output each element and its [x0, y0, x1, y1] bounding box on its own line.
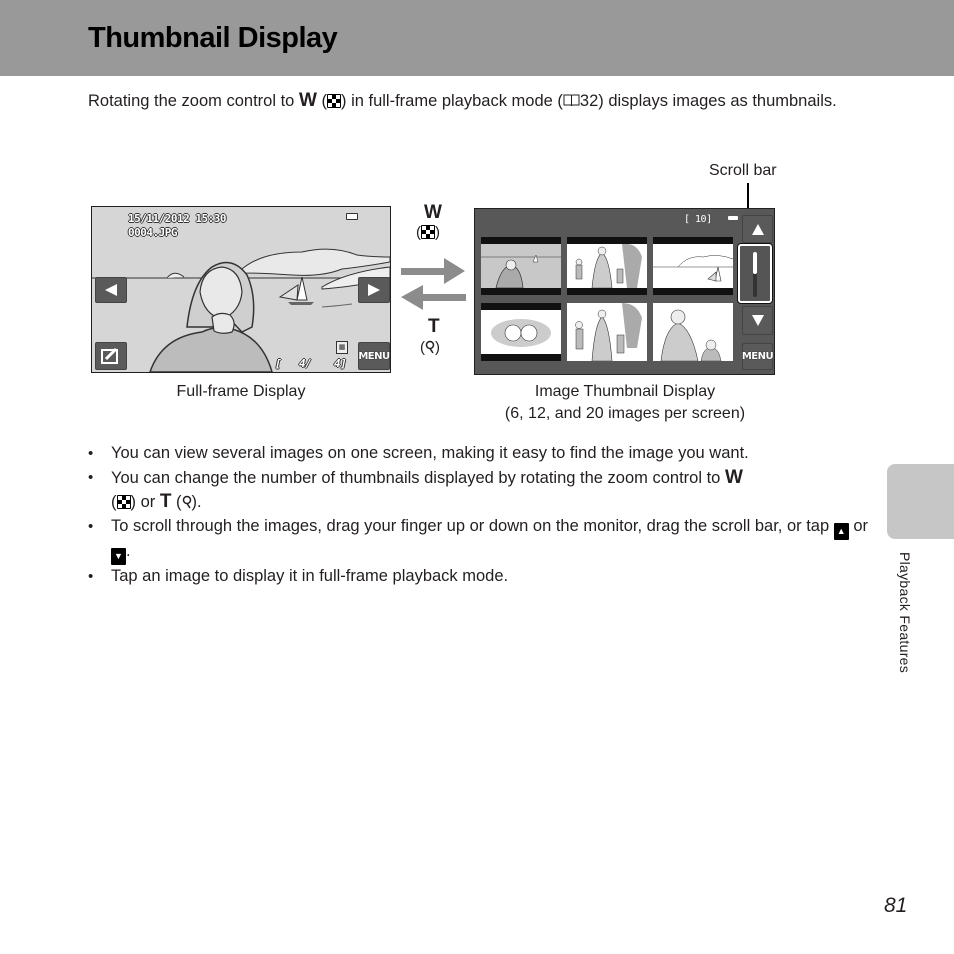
scroll-bar[interactable] — [738, 244, 772, 303]
menu-button[interactable]: MENU — [742, 343, 774, 370]
bullet-item: To scroll through the images, drag your … — [88, 515, 868, 565]
down-triangle-icon — [751, 315, 764, 326]
arrow-left-icon — [401, 285, 466, 310]
thumbnail-caption: Image Thumbnail Display (6, 12, and 20 i… — [470, 381, 780, 425]
file-name-readout: 0004.JPG — [128, 226, 177, 239]
magnify-icon — [182, 495, 191, 509]
previous-image-button[interactable] — [95, 277, 127, 303]
caption-line: (6, 12, and 20 images per screen) — [504, 405, 746, 422]
scroll-thumb[interactable] — [753, 252, 757, 274]
thumbnail-4[interactable] — [481, 303, 561, 361]
thumbnail-2-selected[interactable] — [567, 237, 647, 295]
battery-icon — [346, 213, 358, 220]
scroll-up-button[interactable] — [742, 215, 773, 243]
zoom-t-label: T — [428, 316, 440, 337]
thumbnail-image — [567, 303, 647, 361]
bullet-list: You can view several images on one scree… — [88, 442, 868, 588]
date-time-readout: 15/11/2012 15:30 — [128, 212, 226, 225]
intro-text: ) displays images as thumbnails. — [598, 92, 837, 110]
next-image-button[interactable] — [358, 277, 390, 303]
left-triangle-icon — [105, 284, 117, 296]
w-key-label: W — [724, 466, 743, 488]
frame-counter: [ 10] — [684, 214, 712, 225]
arrow-right-icon — [401, 258, 465, 284]
thumbnail-image — [567, 243, 647, 289]
frame-counter-open: [ — [275, 357, 282, 370]
bullet-item: You can view several images on one scree… — [88, 442, 868, 466]
zoom-t-icon-group: () — [420, 339, 440, 356]
image-size-icon: ▦ — [336, 341, 348, 354]
page-reference-link[interactable]: 32 — [580, 92, 598, 110]
thumbnail-image — [481, 310, 561, 354]
zoom-w-label: W — [424, 202, 442, 223]
zoom-w-icon-group: () — [416, 224, 440, 241]
w-key-label: W — [298, 90, 317, 111]
thumbnail-image — [481, 244, 561, 289]
bullet-text: ). — [191, 493, 202, 511]
t-key-label: T — [159, 491, 172, 512]
thumbnail-6[interactable] — [653, 303, 733, 361]
down-button-icon: ▼ — [111, 547, 126, 565]
thumbnail-checker-icon — [421, 225, 435, 239]
thumbnail-1[interactable] — [481, 237, 561, 295]
magnify-icon — [425, 340, 435, 354]
caption-line: Image Thumbnail Display — [534, 383, 716, 400]
section-label: Playback Features — [897, 552, 913, 674]
bullet-item: Tap an image to display it in full-frame… — [88, 565, 868, 589]
page-number: 81 — [884, 894, 908, 917]
thumbnail-checker-icon — [116, 495, 131, 509]
page-title: Thumbnail Display — [88, 22, 338, 54]
bullet-text: or — [848, 516, 868, 535]
intro-paragraph: Rotating the zoom control to W ( ) in ful… — [88, 89, 878, 113]
thumbnail-image — [653, 303, 733, 361]
menu-button[interactable]: MENU — [358, 342, 390, 370]
thumbnail-checker-icon — [326, 94, 341, 108]
full-frame-display-screen: 15/11/2012 15:30 0004.JPG ▦ [ 4/ 4] MENU — [91, 206, 391, 373]
frame-counter-total: 4] — [334, 357, 347, 370]
paren: ) — [435, 339, 440, 356]
retouch-button[interactable] — [95, 342, 127, 370]
full-frame-caption: Full-frame Display — [176, 383, 306, 400]
battery-icon — [728, 216, 738, 220]
frame-counter-current: 4/ — [299, 357, 312, 370]
retouch-icon — [101, 347, 118, 364]
intro-text: ) in full-frame playback mode ( — [340, 92, 563, 110]
book-reference-icon — [563, 94, 580, 107]
thumbnail-display-screen: [ 10] MENU — [474, 208, 775, 375]
up-button-icon: ▲ — [833, 522, 849, 540]
bullet-text: ) or — [130, 493, 160, 511]
thumbnail-3[interactable] — [653, 237, 733, 295]
bullet-text: You can view several images on one scree… — [111, 444, 749, 462]
bullet-text: . — [126, 541, 131, 560]
thumbnail-image — [653, 244, 733, 288]
section-tab — [887, 464, 954, 539]
paren: ) — [435, 224, 440, 241]
scroll-bar-callout-label: Scroll bar — [709, 162, 777, 179]
paren: ( — [316, 92, 327, 110]
bullet-text: To scroll through the images, drag your … — [111, 516, 834, 535]
intro-text: Rotating the zoom control to — [88, 92, 299, 110]
up-triangle-icon — [751, 223, 764, 235]
thumbnail-5[interactable] — [567, 303, 647, 361]
bullet-text: You can change the number of thumbnails … — [111, 468, 725, 487]
bullet-text: Tap an image to display it in full-frame… — [111, 566, 509, 585]
bullet-item: You can change the number of thumbnails … — [88, 466, 868, 515]
right-triangle-icon — [368, 284, 380, 296]
scroll-down-button[interactable] — [742, 306, 773, 335]
